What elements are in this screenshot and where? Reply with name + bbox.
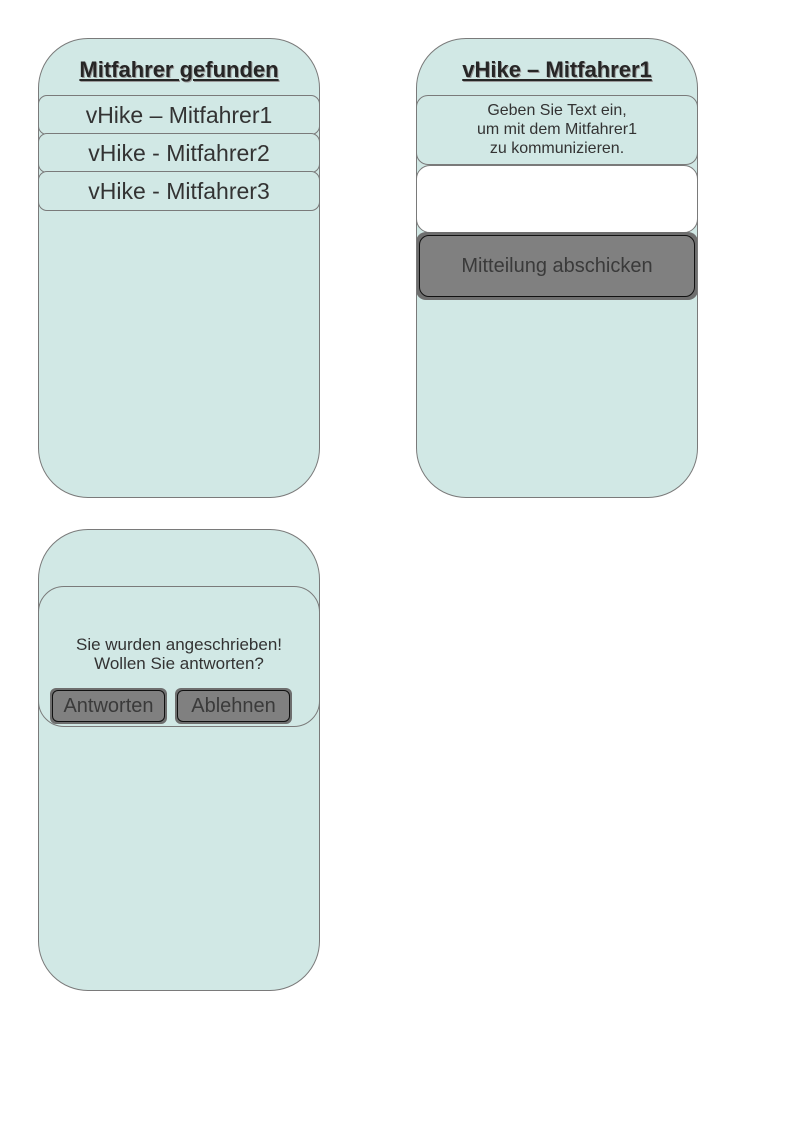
send-message-button[interactable]: Mitteilung abschicken xyxy=(419,235,695,297)
screen-found-rideshares: Mitfahrer gefunden vHike – Mitfahrer1 vH… xyxy=(38,38,320,498)
message-input[interactable] xyxy=(417,165,697,233)
dialog-message: Sie wurden angeschrieben! Wollen Sie ant… xyxy=(39,635,319,673)
instruction-line: Geben Sie Text ein, xyxy=(487,102,627,119)
list-item-mitfahrer3[interactable]: vHike - Mitfahrer3 xyxy=(39,171,319,211)
dialog-line: Sie wurden angeschrieben! xyxy=(75,635,283,654)
notification-dialog: Sie wurden angeschrieben! Wollen Sie ant… xyxy=(39,586,319,727)
screen-title: vHike – Mitfahrer1 xyxy=(462,57,652,82)
dialog-line: Wollen Sie antworten? xyxy=(94,654,264,673)
list-item-mitfahrer1[interactable]: vHike – Mitfahrer1 xyxy=(39,95,319,135)
decline-button-frame: Ablehnen xyxy=(175,688,292,724)
reply-button[interactable]: Antworten xyxy=(52,690,165,722)
reply-button-frame: Antworten xyxy=(50,688,167,724)
screen-title: Mitfahrer gefunden xyxy=(79,57,279,82)
send-button-frame: Mitteilung abschicken xyxy=(417,232,697,300)
screen-chat: vHike – Mitfahrer1 Geben Sie Text ein, u… xyxy=(416,38,698,498)
decline-button[interactable]: Ablehnen xyxy=(177,690,290,722)
instruction-line: um mit dem Mitfahrer1 xyxy=(476,121,638,138)
instruction-line: zu kommunizieren. xyxy=(489,140,625,157)
screen-notification: Sie wurden angeschrieben! Wollen Sie ant… xyxy=(38,529,320,991)
instruction-box: Geben Sie Text ein, um mit dem Mitfahrer… xyxy=(417,95,697,165)
list-item-mitfahrer2[interactable]: vHike - Mitfahrer2 xyxy=(39,133,319,173)
